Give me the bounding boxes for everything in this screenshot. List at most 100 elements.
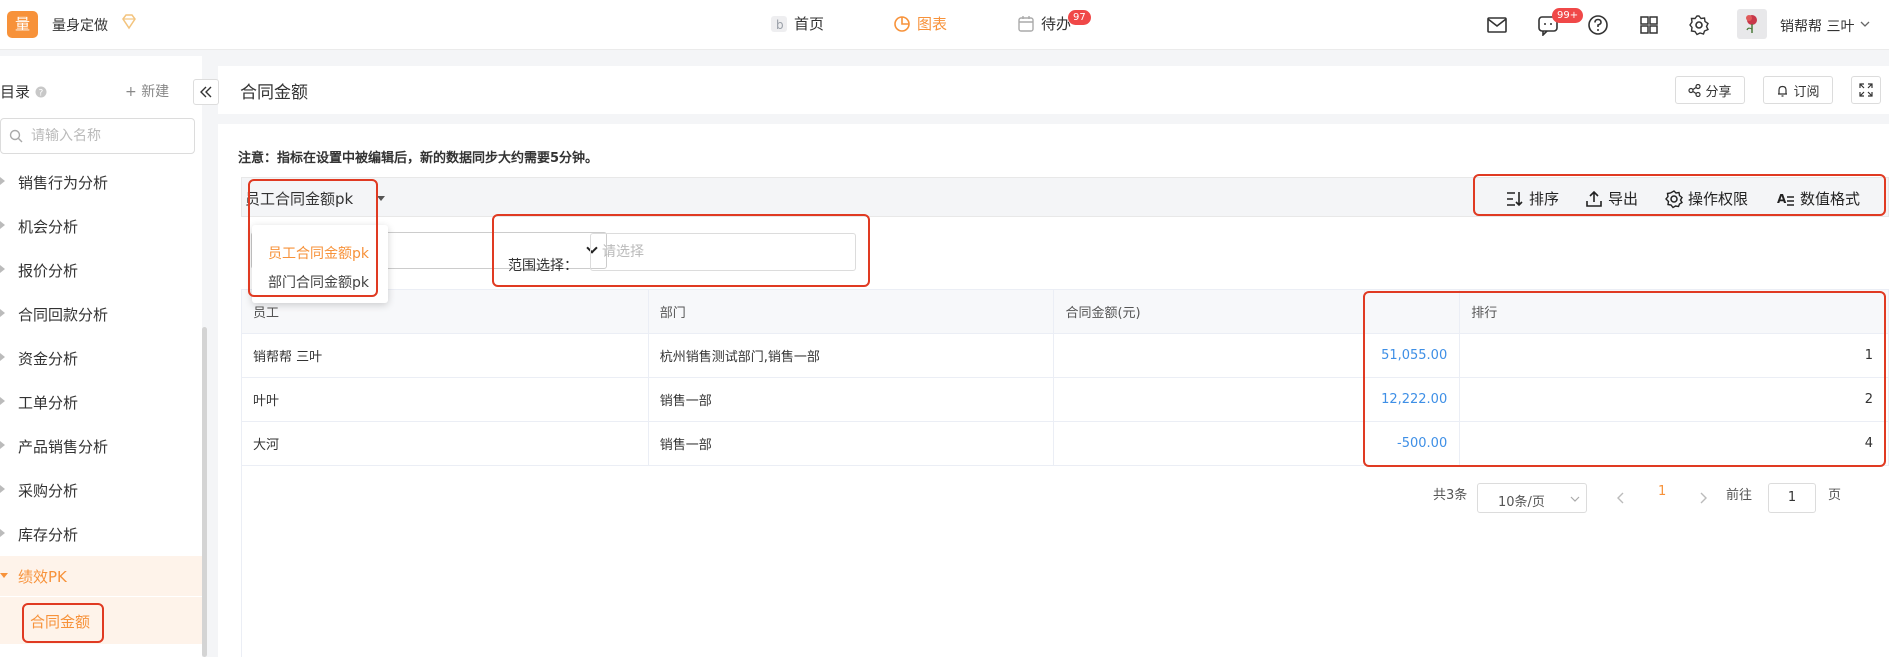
report-selector[interactable]: 员工合同金额pk bbox=[245, 188, 353, 209]
new-button-label: 新建 bbox=[141, 84, 170, 100]
caret-right-icon bbox=[0, 353, 5, 361]
sidebar-item-purchase[interactable]: 采购分析 bbox=[0, 470, 202, 510]
sidebar-item-opportunity[interactable]: 机会分析 bbox=[0, 206, 202, 246]
bell-icon bbox=[1778, 85, 1788, 97]
sidebar-title-label: 目录 bbox=[0, 83, 31, 101]
fullscreen-icon bbox=[1859, 83, 1873, 97]
page-title: 合同金额 bbox=[240, 83, 308, 103]
option-department-pk[interactable]: 部门合同金额pk bbox=[268, 272, 369, 292]
sidebar-search[interactable] bbox=[0, 118, 195, 154]
goto-label: 前往 bbox=[1726, 488, 1753, 503]
chevron-down-icon[interactable] bbox=[1860, 20, 1870, 28]
mail-icon[interactable] bbox=[1486, 14, 1508, 36]
cell-employee: 叶叶 bbox=[241, 377, 649, 422]
settings-icon[interactable] bbox=[1688, 14, 1710, 36]
nav-charts[interactable]: 图表 bbox=[893, 13, 947, 34]
cell-amount-link[interactable]: -500.00 bbox=[1364, 421, 1461, 466]
search-icon bbox=[9, 129, 23, 143]
caret-right-icon bbox=[0, 265, 5, 273]
report-panel: 注意：指标在设置中被编辑后，新的数据同步大约需要5分钟。 员工合同金额pk 排序… bbox=[218, 124, 1889, 657]
content-header: 合同金额 分享 订阅 bbox=[218, 66, 1889, 114]
info-icon[interactable]: ? bbox=[35, 86, 47, 99]
sort-button[interactable]: 排序 bbox=[1505, 188, 1559, 209]
permission-button[interactable]: 操作权限 bbox=[1664, 188, 1748, 209]
page-size-select[interactable]: 10条/页 bbox=[1477, 483, 1587, 513]
next-page-icon[interactable] bbox=[1698, 492, 1708, 504]
column-header-department[interactable]: 部门 bbox=[647, 289, 1055, 334]
sidebar-item-inventory[interactable]: 库存分析 bbox=[0, 514, 202, 554]
fullscreen-button[interactable] bbox=[1851, 76, 1881, 104]
column-header-rank[interactable]: 排行 bbox=[1459, 289, 1889, 334]
caret-right-icon bbox=[0, 221, 5, 229]
sidebar-item-label: 报价分析 bbox=[18, 262, 79, 280]
avatar-flower-icon bbox=[1746, 15, 1757, 33]
sidebar-subitem-contract-amount[interactable]: 合同金额 bbox=[0, 597, 202, 644]
message-badge: 99+ bbox=[1552, 8, 1584, 23]
caret-right-icon bbox=[0, 397, 5, 405]
sidebar-item-product-sales[interactable]: 产品销售分析 bbox=[0, 426, 202, 466]
nav-home[interactable]: b 首页 bbox=[770, 13, 824, 34]
sync-notice: 注意：指标在设置中被编辑后，新的数据同步大约需要5分钟。 bbox=[238, 151, 599, 166]
search-input[interactable] bbox=[31, 128, 181, 144]
number-format-label: 数值格式 bbox=[1800, 190, 1861, 208]
sidebar-item-quote[interactable]: 报价分析 bbox=[0, 250, 202, 290]
sidebar-item-funds[interactable]: 资金分析 bbox=[0, 338, 202, 378]
option-employee-pk[interactable]: 员工合同金额pk bbox=[268, 243, 369, 263]
svg-text:?: ? bbox=[38, 89, 43, 99]
range-input[interactable] bbox=[602, 244, 842, 260]
gear-icon bbox=[1665, 189, 1683, 208]
sidebar-item-workorder[interactable]: 工单分析 bbox=[0, 382, 202, 422]
sidebar-item-label: 采购分析 bbox=[18, 482, 79, 500]
app-logo[interactable]: 量 bbox=[7, 11, 38, 38]
svg-text:b: b bbox=[776, 18, 784, 32]
sidebar-item-label: 工单分析 bbox=[18, 394, 79, 412]
sidebar-item-performance-pk[interactable]: 绩效PK bbox=[0, 556, 202, 596]
cell-amount-link[interactable]: 12,222.00 bbox=[1364, 377, 1461, 422]
caret-down-icon[interactable] bbox=[377, 196, 385, 201]
sidebar-item-label: 库存分析 bbox=[18, 526, 79, 544]
cell-employee: 大河 bbox=[241, 421, 649, 466]
sidebar-item-label: 资金分析 bbox=[18, 350, 79, 368]
table-header-row: 员工 部门 合同金额(元) 排行 bbox=[241, 289, 1889, 334]
apps-grid-icon[interactable] bbox=[1638, 14, 1660, 36]
subscribe-button[interactable]: 订阅 bbox=[1763, 76, 1833, 104]
sort-label: 排序 bbox=[1529, 190, 1560, 208]
cell-rank: 2 bbox=[1459, 377, 1889, 422]
collapse-sidebar-button[interactable] bbox=[193, 79, 219, 105]
diamond-icon[interactable] bbox=[120, 13, 138, 31]
sidebar-item-sales-behavior[interactable]: 销售行为分析 bbox=[0, 162, 202, 202]
caret-right-icon bbox=[0, 309, 5, 317]
cell-department: 杭州销售测试部门,销售一部 bbox=[647, 333, 1055, 378]
column-header-contract-amount[interactable]: 合同金额(元) bbox=[1053, 289, 1366, 334]
permission-label: 操作权限 bbox=[1688, 190, 1749, 208]
new-button[interactable]: + 新建 bbox=[125, 81, 169, 101]
caret-down-icon bbox=[0, 573, 8, 578]
cell-amount-link[interactable]: 51,055.00 bbox=[1364, 333, 1461, 378]
caret-right-icon bbox=[0, 529, 5, 537]
sidebar-scrollbar[interactable] bbox=[202, 327, 207, 657]
number-format-button[interactable]: A 数值格式 bbox=[1776, 188, 1860, 209]
sidebar-item-contract-payment[interactable]: 合同回款分析 bbox=[0, 294, 202, 334]
cell-empty bbox=[1053, 421, 1366, 466]
caret-right-icon bbox=[0, 177, 5, 185]
range-label: 范围选择： bbox=[508, 258, 578, 274]
cell-department: 销售一部 bbox=[647, 421, 1055, 466]
sidebar-item-label: 产品销售分析 bbox=[18, 438, 109, 456]
nav-home-label: 首页 bbox=[794, 15, 825, 33]
column-header-value[interactable] bbox=[1364, 289, 1461, 334]
nav-todo[interactable]: 待办 bbox=[1017, 13, 1071, 34]
export-button[interactable]: 导出 bbox=[1584, 188, 1638, 209]
help-icon[interactable] bbox=[1587, 14, 1609, 36]
goto-page-input[interactable]: 1 bbox=[1768, 483, 1816, 513]
prev-page-icon[interactable] bbox=[1616, 492, 1626, 504]
svg-text:A: A bbox=[1777, 192, 1787, 206]
range-select[interactable] bbox=[590, 233, 856, 271]
avatar[interactable] bbox=[1737, 9, 1767, 39]
table-row: 大河 销售一部 -500.00 4 bbox=[241, 421, 1889, 466]
nav-charts-label: 图表 bbox=[917, 15, 948, 33]
app-name[interactable]: 量身定做 bbox=[52, 15, 108, 35]
caret-right-icon bbox=[0, 441, 5, 449]
current-page[interactable]: 1 bbox=[1658, 484, 1666, 499]
username[interactable]: 销帮帮 三叶 bbox=[1780, 16, 1854, 36]
share-button[interactable]: 分享 bbox=[1675, 76, 1745, 104]
